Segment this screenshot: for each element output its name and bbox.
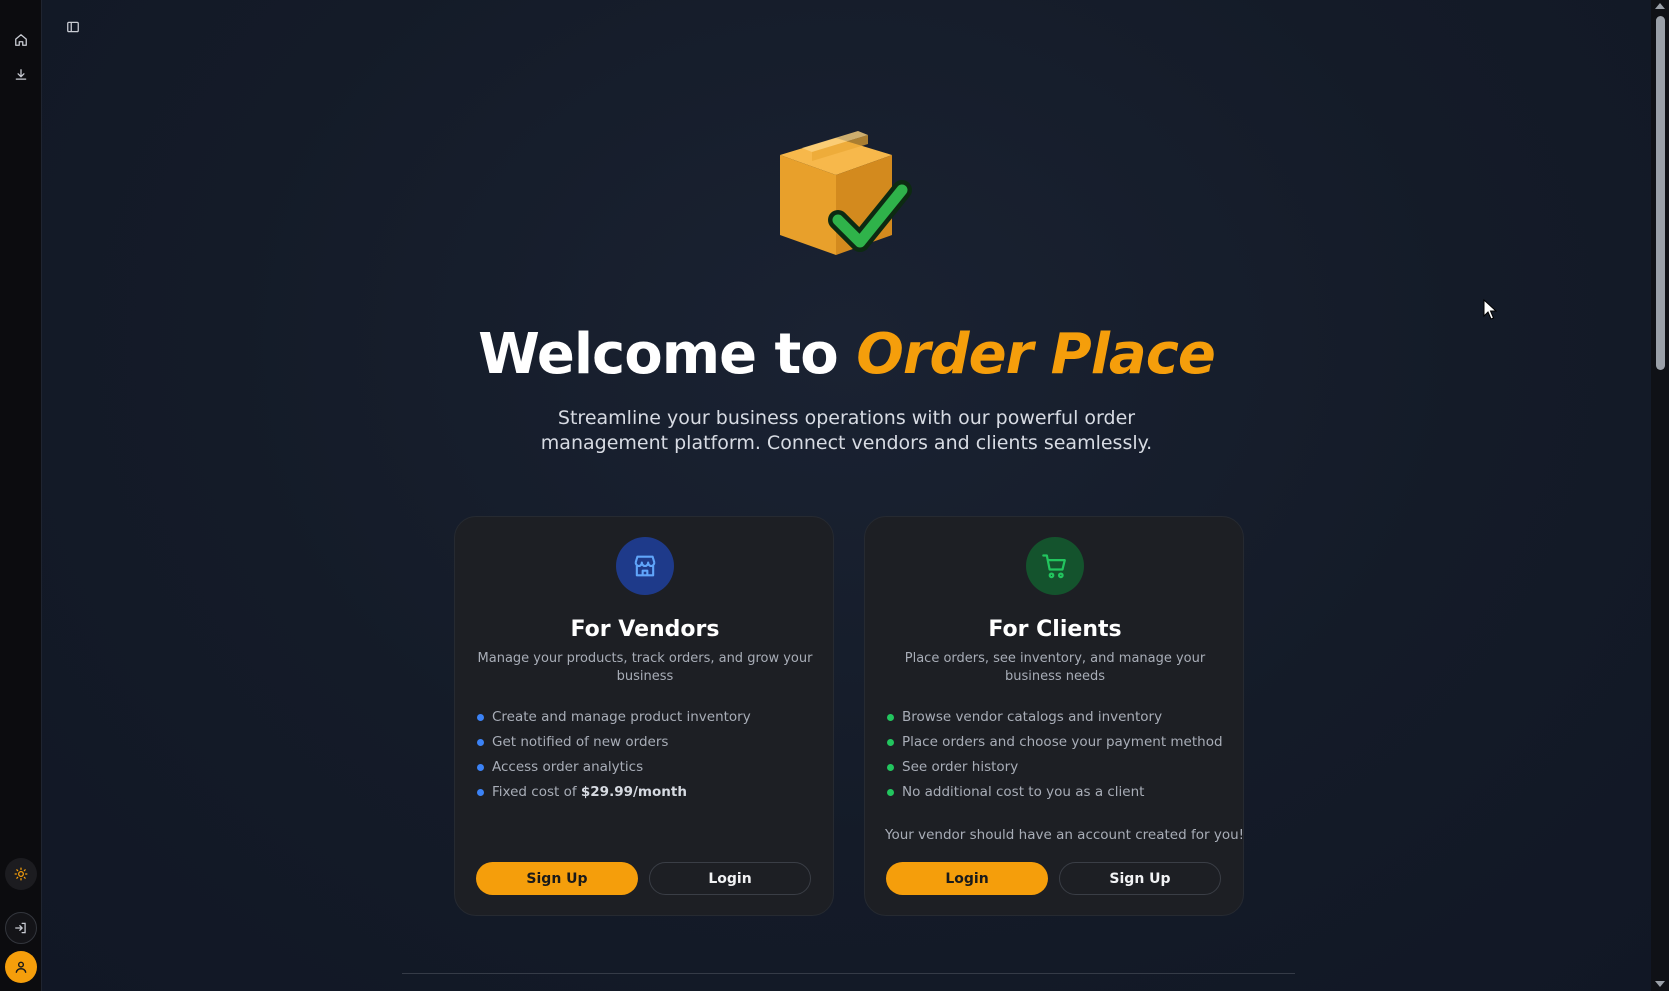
vendors-card: For Vendors Manage your products, track …: [454, 516, 834, 916]
clients-feature-list: Browse vendor catalogs and inventory Pla…: [887, 707, 1223, 807]
user-avatar-button[interactable]: [5, 951, 37, 983]
title-accent: Order Place: [856, 322, 1216, 387]
list-item: Access order analytics: [477, 757, 751, 782]
vendor-icon-badge: [616, 537, 674, 595]
vendors-description: Manage your products, track orders, and …: [477, 651, 813, 684]
package-check-icon: [780, 131, 912, 255]
page-subtitle: Streamline your business operations with…: [42, 406, 1651, 456]
bullet-dot: [887, 764, 894, 771]
cost-value: $29.99/month: [580, 784, 687, 800]
icon-rail: [0, 0, 42, 991]
bullet-dot: [477, 714, 484, 721]
section-divider: [402, 973, 1295, 974]
scroll-down-arrow-icon[interactable]: [1655, 981, 1665, 987]
clients-note: Your vendor should have an account creat…: [885, 827, 1245, 843]
vendors-title: For Vendors: [570, 617, 720, 642]
sidebar-toggle-button[interactable]: [62, 16, 84, 38]
page-title: Welcome to Order Place: [42, 322, 1651, 387]
client-icon-badge: [1026, 537, 1084, 595]
subtitle-line-2: management platform. Connect vendors and…: [540, 432, 1153, 454]
list-item: Place orders and choose your payment met…: [887, 732, 1223, 757]
bullet-dot: [887, 789, 894, 796]
bullet-dot: [887, 739, 894, 746]
list-item: No additional cost to you as a client: [887, 782, 1223, 807]
clients-description: Place orders, see inventory, and manage …: [904, 651, 1206, 684]
clients-title: For Clients: [988, 617, 1122, 642]
shopping-cart-icon: [1042, 554, 1066, 579]
sidebar-toggle-icon: [67, 21, 79, 33]
client-login-button[interactable]: Login: [886, 862, 1048, 895]
clients-card: For Clients Place orders, see inventory,…: [864, 516, 1244, 916]
bullet-dot: [477, 739, 484, 746]
vendors-feature-list: Create and manage product inventory Get …: [477, 707, 751, 807]
bullet-dot: [477, 789, 484, 796]
vendor-sign-up-button[interactable]: Sign Up: [476, 862, 638, 895]
scroll-thumb[interactable]: [1656, 16, 1665, 370]
download-icon[interactable]: [9, 63, 33, 87]
sign-in-button[interactable]: [5, 912, 37, 944]
theme-toggle-button[interactable]: [5, 858, 37, 890]
cost-prefix: Fixed cost of: [492, 784, 577, 800]
client-sign-up-button[interactable]: Sign Up: [1059, 862, 1221, 895]
mouse-cursor-icon: [1483, 299, 1497, 320]
list-item: Browse vendor catalogs and inventory: [887, 707, 1223, 732]
vendor-login-button[interactable]: Login: [649, 862, 811, 895]
list-item: Create and manage product inventory: [477, 707, 751, 732]
sign-in-icon: [15, 922, 26, 934]
sun-icon: [14, 867, 28, 881]
list-item: See order history: [887, 757, 1223, 782]
title-prefix: Welcome to: [478, 322, 839, 387]
list-item: Get notified of new orders: [477, 732, 751, 757]
home-icon[interactable]: [9, 28, 33, 52]
main-content: Welcome to Order Place Streamline your b…: [42, 0, 1651, 991]
list-item: Fixed cost of $29.99/month: [477, 782, 751, 807]
bullet-dot: [477, 764, 484, 771]
vertical-scrollbar[interactable]: [1651, 0, 1669, 991]
user-icon: [15, 961, 27, 973]
scroll-up-arrow-icon[interactable]: [1655, 3, 1665, 9]
subtitle-line-1: Streamline your business operations with…: [557, 407, 1136, 429]
bullet-dot: [887, 714, 894, 721]
store-icon: [634, 555, 656, 577]
